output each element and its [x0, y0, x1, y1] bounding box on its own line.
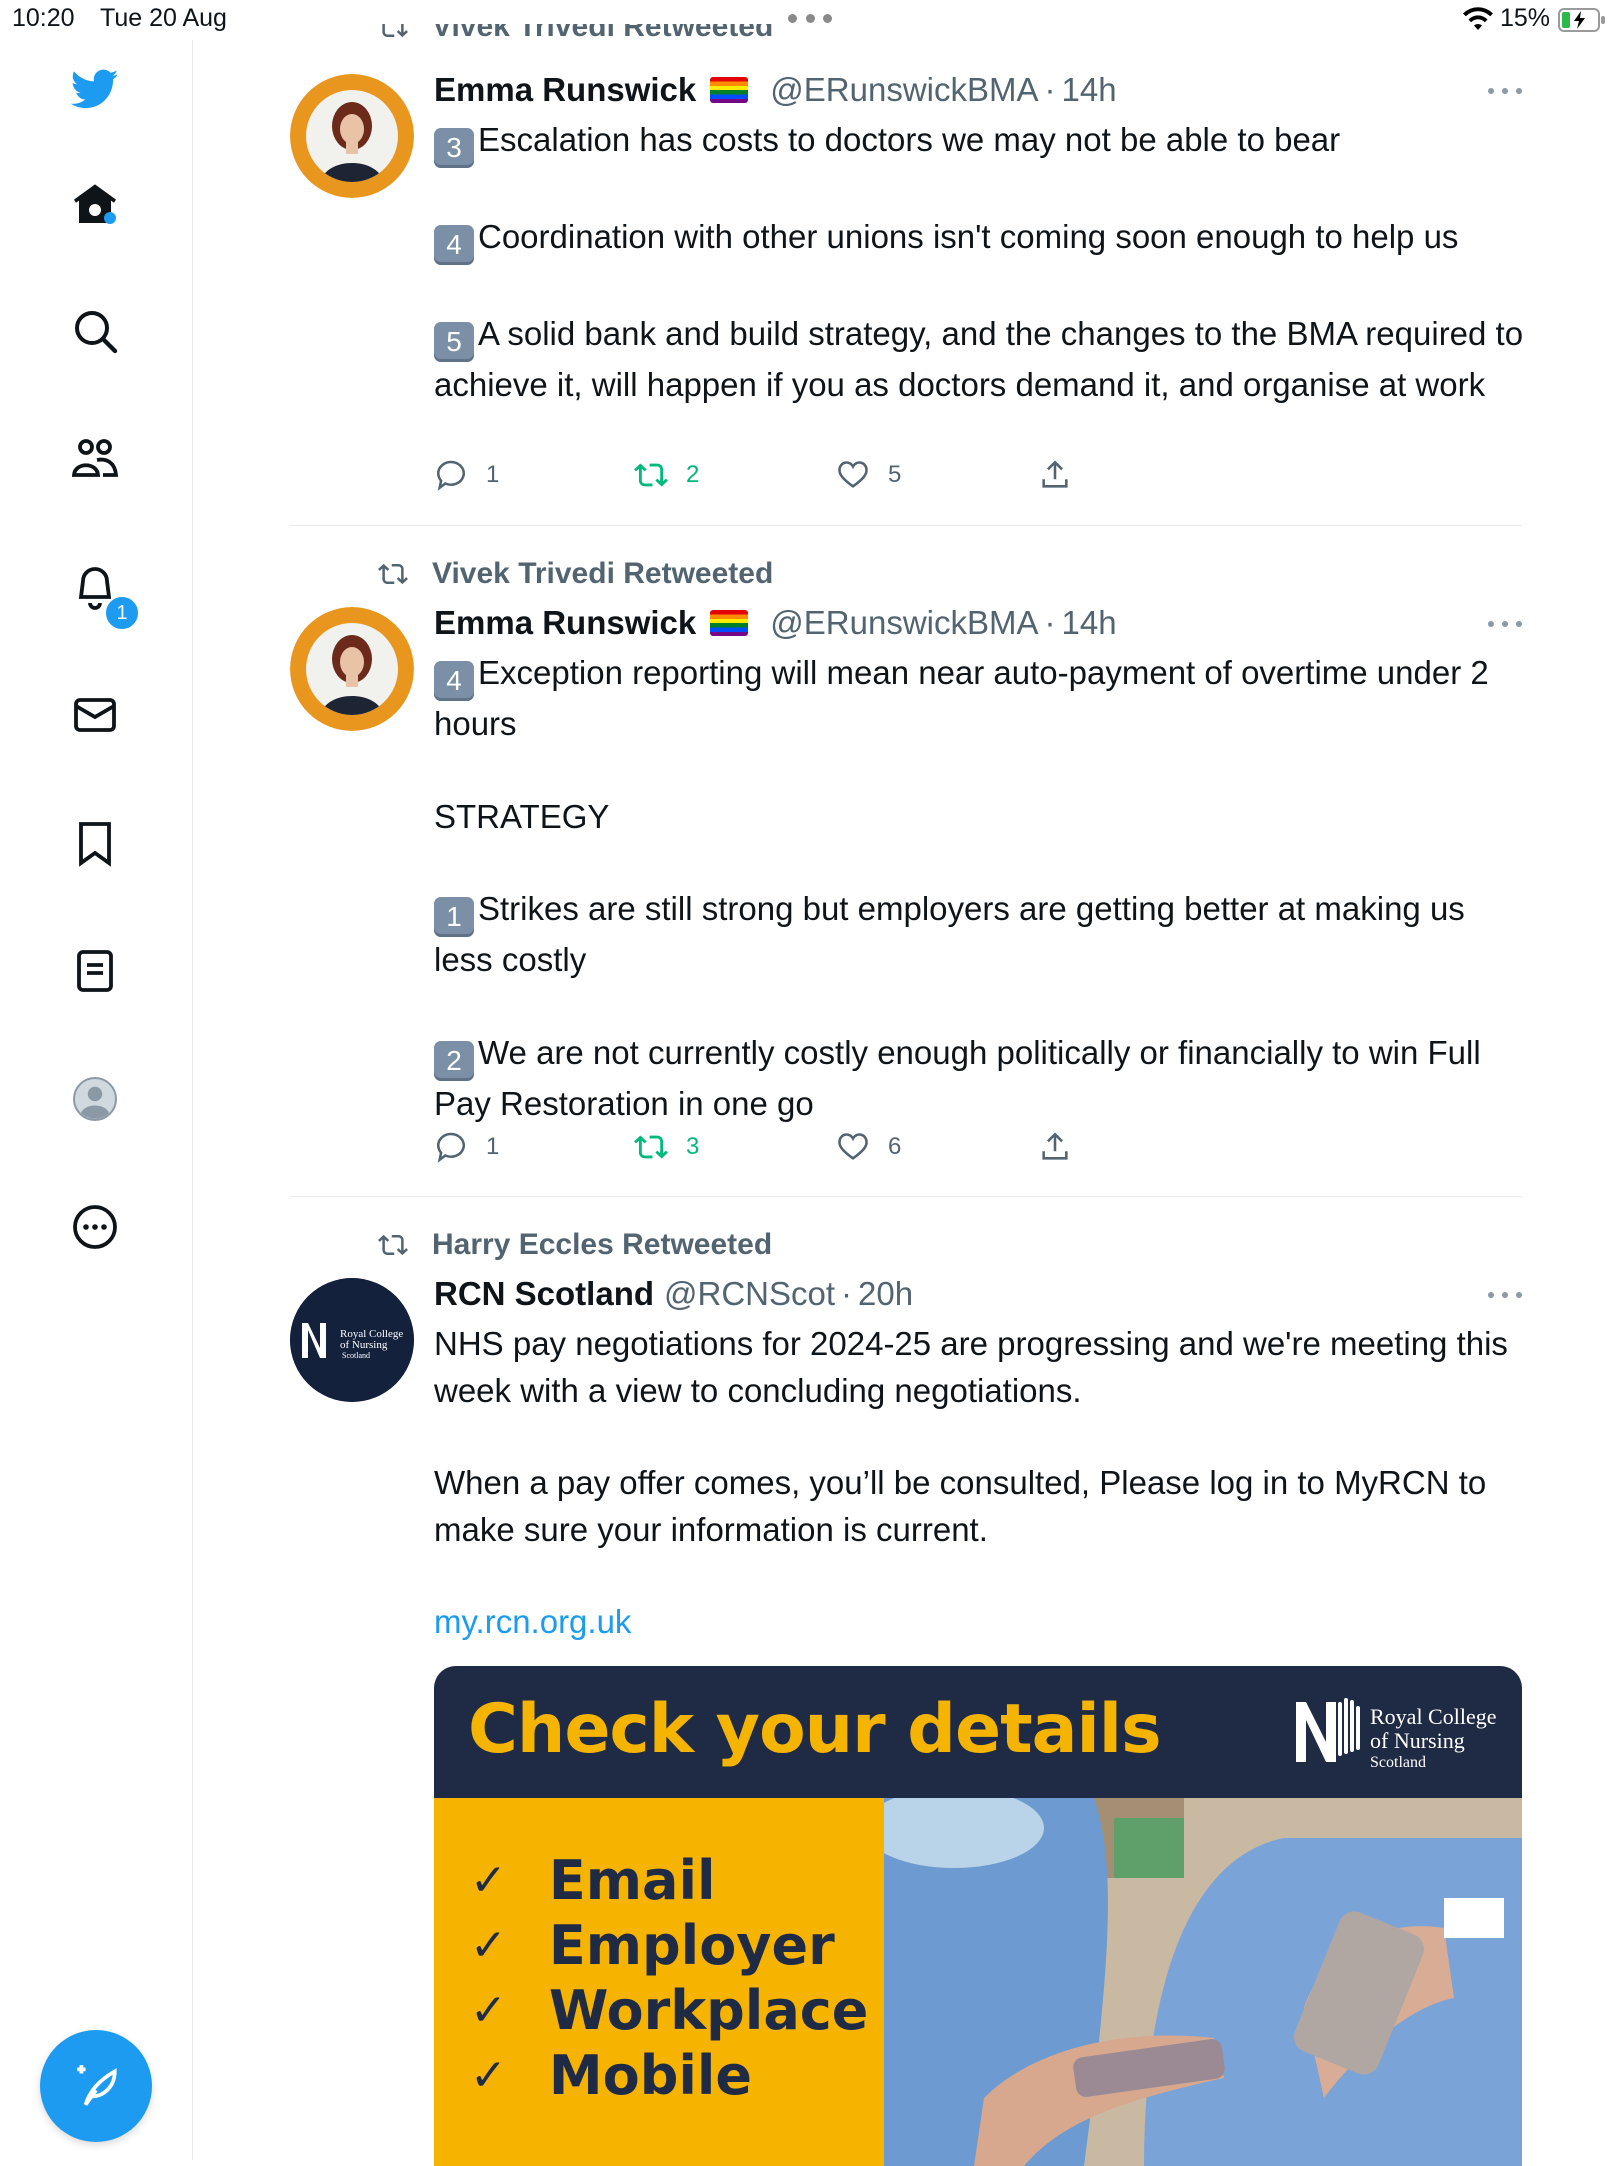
heart-icon — [838, 1133, 868, 1160]
like-button[interactable]: 5 — [836, 457, 901, 493]
tweet-media-image[interactable]: Check your details Royal College of Nurs… — [434, 1666, 1522, 2166]
multitasking-dots-icon[interactable] — [788, 14, 832, 24]
tweet-link[interactable]: my.rcn.org.uk — [434, 1603, 631, 1640]
more-options-icon[interactable] — [66, 1198, 124, 1256]
retweet-context[interactable]: Vivek Trivedi Retweeted — [374, 557, 773, 591]
user-name[interactable]: Emma Runswick — [434, 71, 696, 109]
battery-percent: 15% — [1500, 4, 1551, 32]
tweet-more-icon[interactable] — [1488, 621, 1522, 629]
reply-button[interactable]: 1 — [434, 1129, 499, 1165]
share-icon — [1042, 1132, 1068, 1160]
share-button[interactable] — [1038, 457, 1090, 493]
retweet-button[interactable]: 2 — [634, 457, 699, 493]
keycap-digit: 4 — [434, 225, 474, 265]
notifications-badge: 1 — [104, 595, 140, 631]
tweet-more-icon[interactable] — [1488, 88, 1522, 96]
media-title: Check your details — [468, 1690, 1162, 1769]
user-name[interactable]: Emma Runswick — [434, 604, 696, 642]
tweet-text: NHS pay negotiations for 2024-25 are pro… — [434, 1325, 1508, 1640]
rcn-logo: Royal College of Nursing Scotland — [1292, 1686, 1502, 1782]
user-name[interactable]: RCN Scotland — [434, 1275, 654, 1313]
like-count: 5 — [888, 461, 902, 488]
svg-text:of Nursing: of Nursing — [340, 1339, 388, 1351]
divider — [290, 525, 1522, 526]
tweet-text: 4 Exception reporting will mean near auto… — [434, 654, 1489, 1122]
retweet-icon — [378, 563, 408, 585]
keycap-digit: 5 — [434, 322, 474, 362]
retweet-context-partial: Vivek Trivedi Retweeted — [374, 24, 874, 50]
tweet-more-icon[interactable] — [1488, 1292, 1522, 1300]
reply-icon — [436, 460, 466, 491]
messages-envelope-icon[interactable] — [66, 686, 124, 744]
checklist-item: ✓ Workplace — [470, 1978, 869, 2042]
home-icon[interactable] — [66, 176, 124, 234]
compose-tweet-button[interactable] — [40, 2030, 152, 2142]
tweet-time[interactable]: 14h — [1062, 604, 1117, 642]
keycap-digit: 4 — [434, 661, 474, 701]
lists-icon[interactable] — [66, 942, 124, 1000]
checklist-item: ✓ Email — [470, 1848, 716, 1912]
retweet-icon — [382, 24, 408, 38]
retweet-icon — [634, 1135, 668, 1159]
communities-icon[interactable] — [66, 430, 124, 488]
reply-icon — [436, 1132, 466, 1163]
reply-count: 1 — [486, 461, 500, 488]
tweet-header: RCN Scotland @RCNScot · 20h — [434, 1275, 914, 1313]
compose-feather-icon — [77, 2065, 117, 2106]
rcn-logo-avatar: Royal College of Nursing Scotland — [290, 1278, 414, 1402]
share-icon — [1042, 460, 1068, 488]
user-handle[interactable]: @ERunswickBMA — [770, 71, 1038, 109]
retweet-context[interactable]: Harry Eccles Retweeted — [374, 1228, 772, 1262]
pride-flag-icon — [710, 77, 749, 103]
retweet-count: 3 — [686, 1133, 700, 1160]
twitter-logo-icon[interactable] — [66, 60, 124, 118]
search-icon[interactable] — [66, 302, 124, 360]
tweet-text: 3 Escalation has costs to doctors we may … — [434, 121, 1524, 403]
retweet-icon — [378, 1234, 408, 1256]
rcn-hands-logo-icon — [1296, 1698, 1360, 1762]
sidebar: 1 — [0, 40, 193, 2160]
tweet-time[interactable]: 20h — [858, 1275, 913, 1313]
profile-avatar-icon[interactable] — [66, 1070, 124, 1128]
user-handle[interactable]: @RCNScot — [664, 1275, 835, 1313]
keycap-digit: 3 — [434, 128, 474, 168]
tweet-header: Emma Runswick @ERunswickBMA · 14h — [434, 71, 1117, 109]
svg-text:Scotland: Scotland — [342, 1351, 370, 1360]
checklist-item: ✓ Employer — [470, 1913, 835, 1977]
keycap-digit: 1 — [434, 897, 474, 937]
tweet-time[interactable]: 14h — [1062, 71, 1117, 109]
pride-flag-icon — [710, 610, 749, 636]
battery-charging-icon — [1558, 8, 1605, 32]
avatar[interactable] — [290, 74, 414, 198]
tweet-actions: 1 2 5 — [434, 457, 1134, 493]
divider — [290, 1196, 1522, 1197]
tweet-actions: 1 3 6 — [434, 1129, 1134, 1165]
home-new-dot — [104, 212, 116, 224]
status-time: 10:20 — [12, 4, 75, 32]
tweet-header: Emma Runswick @ERunswickBMA · 14h — [434, 604, 1117, 642]
like-count: 6 — [888, 1133, 902, 1160]
heart-icon — [838, 461, 868, 488]
retweet-count: 2 — [686, 461, 700, 488]
media-banner: Check your details Royal College of Nurs… — [434, 1666, 1522, 1798]
media-checklist-panel: ✓ Email ✓ Employer ✓ Workplace ✓ Mobile — [434, 1798, 884, 2166]
retweet-icon — [634, 463, 668, 487]
keycap-digit: 2 — [434, 1040, 474, 1081]
retweet-button[interactable]: 3 — [634, 1129, 699, 1165]
wifi-icon — [1463, 7, 1493, 30]
user-handle[interactable]: @ERunswickBMA — [770, 604, 1038, 642]
bookmark-icon[interactable] — [66, 814, 124, 872]
share-button[interactable] — [1038, 1129, 1090, 1165]
like-button[interactable]: 6 — [836, 1129, 901, 1165]
avatar[interactable] — [290, 607, 414, 731]
reply-count: 1 — [486, 1133, 500, 1160]
reply-button[interactable]: 1 — [434, 457, 499, 493]
media-photo-nurses — [884, 1798, 1522, 2166]
checklist-item: ✓ Mobile — [470, 2043, 753, 2107]
avatar[interactable]: Royal College of Nursing Scotland — [290, 1278, 414, 1402]
status-date: Tue 20 Aug — [100, 4, 227, 32]
